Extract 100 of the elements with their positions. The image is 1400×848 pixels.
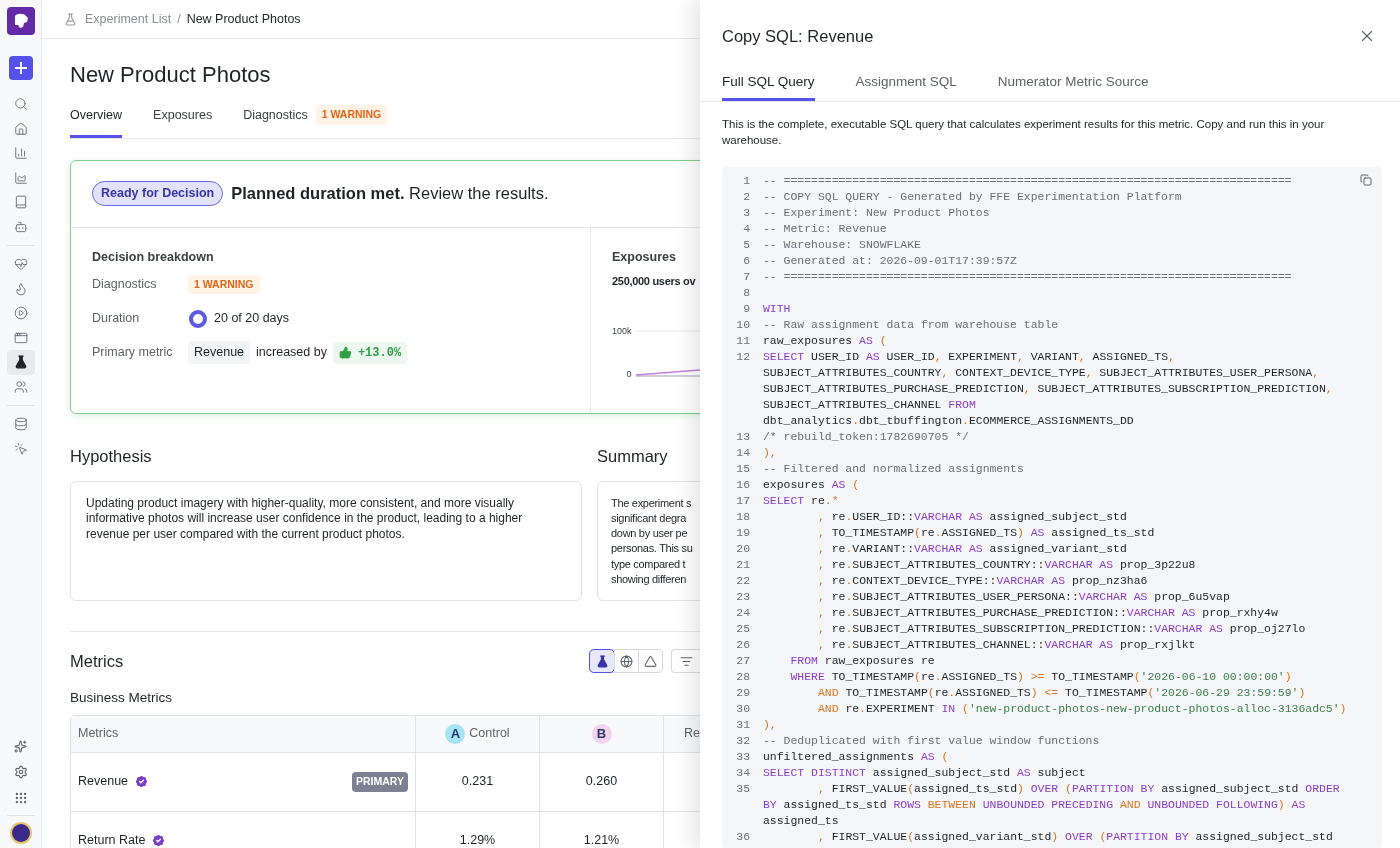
section-heading: Hypothesis [70,445,153,467]
line-number: 34 [735,765,750,782]
line-number: 4 [742,221,750,238]
line-number: 22 [735,573,750,590]
table-cell: 1.29% [415,811,539,848]
code-line: /* rebuild_token:1782690705 */ [763,429,970,446]
drawer-tab[interactable]: Assignment SQL [855,72,957,102]
drawer-tab[interactable]: Numerator Metric Source [997,72,1149,102]
line-number: 5 [742,237,750,254]
metric-name: Return Rate [78,832,146,848]
line-number: 24 [735,605,750,622]
code-line: , FIRST_VALUE(assigned_variant_std) OVER (PARTITION BY assigned_subject_std [816,829,1334,846]
breadcrumb-separator: / [177,10,181,28]
breakdown-label: Diagnostics [92,276,158,294]
summary-line: type compared t [611,556,686,572]
view-toggle[interactable] [590,650,614,673]
bar-chart-icon [13,146,28,161]
code-line: , re.SUBJECT_ATTRIBUTES_CHANNEL::VARCHAR AS prop_rxjlkt [816,637,1197,654]
code-line: , re.SUBJECT_ATTRIBUTES_PURCHASE_PREDICTION::VARCHAR AS prop_rxhy4w [816,605,1279,622]
section-title: Decision breakdown [92,248,215,266]
code-line: -- Experiment: New Product Photos [763,205,991,222]
filter-icon [679,654,693,668]
line-number: 32 [735,733,750,750]
code-line: -- Generated at: 2026-09-01T17:39:57Z [763,253,1018,270]
column-header: Control [469,725,510,743]
code-line: , re.USER_ID::VARCHAR AS assigned_subject_std [816,509,1128,526]
code-line: -- ========================================================================== [763,269,1293,286]
axis-label: 100k [612,325,632,338]
thumbs-up-icon [338,346,352,359]
line-number: 14 [735,445,750,462]
code-line: SELECT re.* [763,493,840,510]
column-header: Metrics [78,725,119,743]
line-number: 9 [742,301,750,318]
line-number: 23 [735,589,750,606]
section-heading: Summary [597,445,669,467]
flask-icon [13,355,28,370]
grid-icon [13,791,28,805]
variant-badge: B [591,723,612,744]
line-number: 30 [735,701,750,718]
avatar[interactable] [11,824,30,842]
line-number: 6 [742,253,750,270]
status-badge: Ready for Decision [92,181,224,207]
line-number: 28 [735,669,750,686]
line-number: 19 [735,525,750,542]
summary-line: The experiment s [611,495,692,511]
table-cell: 0.260 [539,752,663,811]
duration-value: 20 of 20 days [214,310,290,328]
flame-icon [13,281,28,296]
code-line: FROM raw_exposures re [789,653,936,670]
code-line: -- Warehouse: SNOWFLAKE [763,237,922,254]
breakdown-label: Primary metric [92,344,174,362]
window-icon [13,330,28,345]
line-number: 36 [735,829,750,846]
sparkles-button[interactable] [12,738,29,755]
logo-icon [6,7,35,35]
summary-line: significant degra [611,510,686,526]
code-line: AND TO_TIMESTAMP(re.ASSIGNED_TS) <= TO_TIMESTAMP('2026-06-29 23:59:59') [816,685,1307,702]
line-number: 27 [735,653,750,670]
drawer-tab[interactable]: Full SQL Query [722,72,815,102]
line-number: 25 [735,621,750,638]
heart-pulse-icon [13,257,28,272]
line-number: 1 [742,173,750,190]
code-line: -- Metric: Revenue [763,221,888,238]
breakdown-label: Duration [92,310,141,328]
code-line: , re.SUBJECT_ATTRIBUTES_USER_PERSONA::VARCHAR AS prop_6u5vap [816,589,1231,606]
page-tab[interactable]: Exposures [153,105,213,138]
drawer-description: This is the complete, executable SQL query that calculates experiment results for this metric. Copy and run this in your warehouse. [721,117,1326,148]
code-line: raw_exposures AS ( [763,333,888,350]
exposures-summary: 250,000 users ov [612,273,697,289]
line-number: 11 [735,333,750,350]
page-tab[interactable]: Overview [70,105,123,138]
axis-label: 0 [626,367,632,381]
table-cell: 0.231 [415,752,539,811]
code-line: -- Raw assignment data from warehouse table [763,317,1060,334]
page-title: New Product Photos [70,61,272,89]
code-line: SELECT USER_ID AS USER_ID, EXPERIMENT, VARIANT, ASSIGNED_TS, SUBJECT_ATTRIBUTES_COUNTRY, CONTEXT_DEVICE_TYPE, SUBJECT_ATTRIBUTES_USER_PERSONA, SUBJECT_ATTRIBUTES_PURCHASE_PREDICTION, SUBJECT_ATTRIBUTES_SUBSCRIPTION_PREDICTION, SUBJECT_ATTRIBUTES_CHANNEL FROM dbt_analytics.dbt_tbuffington.ECOMMERCE_ASSIGNMENTS_DD [763,349,1334,430]
section-title: Exposures [612,248,677,266]
home-icon [13,121,28,136]
create-button[interactable] [8,56,33,80]
line-number: 29 [735,685,750,702]
line-number: 31 [735,717,750,734]
hypothesis-text: Updating product imagery with higher-quality, more consistent, and more visually informative photos will increase user confidence in the product, leading to a higher revenue per user compared with the current product photos. [70,480,582,601]
users-icon [13,379,28,394]
code-line: , re.VARIANT::VARCHAR AS assigned_variant_std [816,541,1128,558]
play-icon [13,306,28,321]
summary-line: personas. This su [611,541,693,557]
change-pill: +13.0% [332,341,408,364]
summary-line: down by user pe [611,526,688,542]
line-number: 13 [735,429,750,446]
page-tab[interactable]: Diagnostics 1 WARNING [243,105,388,138]
code-line: , re.SUBJECT_ATTRIBUTES_SUBSCRIPTION_PREDICTION::VARCHAR AS prop_oj27lo [816,621,1307,638]
database-icon [13,417,28,432]
breadcrumb-current: New Product Photos [186,10,301,28]
nav-item[interactable] [6,350,35,375]
robot-icon [13,219,28,234]
copy-button[interactable] [1360,174,1372,187]
code-line: WITH [763,301,792,318]
code-line: WHERE TO_TIMESTAMP(re.ASSIGNED_TS) >= TO_TIMESTAMP('2026-06-10 00:00:00') [789,669,1293,686]
code-line: , re.SUBJECT_ATTRIBUTES_COUNTRY::VARCHAR AS prop_3p22u8 [816,557,1197,574]
book-icon [13,195,28,210]
